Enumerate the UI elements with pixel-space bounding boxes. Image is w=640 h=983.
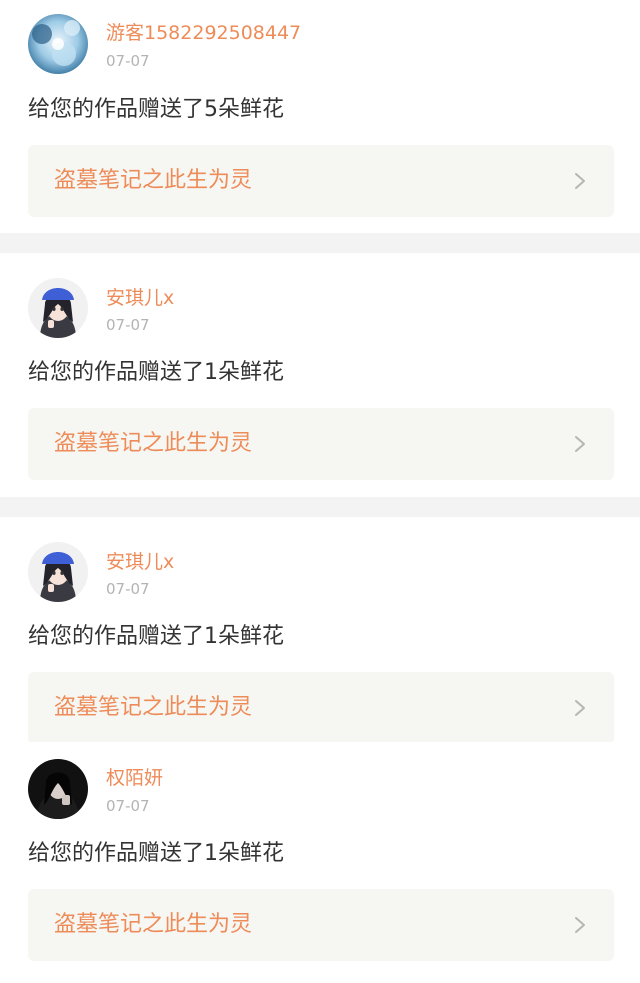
work-title: 盗墓笔记之此生为灵	[54, 168, 253, 193]
divider	[0, 497, 640, 517]
timestamp: 07-07	[106, 580, 150, 598]
chevron-right-icon	[575, 917, 585, 933]
work-title: 盗墓笔记之此生为灵	[54, 431, 253, 456]
avatar[interactable]	[28, 542, 88, 602]
gift-notification-card: 游客1582292508447 07-07 给您的作品赠送了5朵鲜花 盗墓笔记之…	[0, 0, 640, 233]
timestamp: 07-07	[106, 797, 150, 815]
gift-message: 给您的作品赠送了1朵鲜花	[28, 624, 284, 649]
chevron-right-icon	[575, 700, 585, 716]
gift-notification-card: 权陌妍 07-07 给您的作品赠送了1朵鲜花 盗墓笔记之此生为灵	[0, 742, 640, 983]
username[interactable]: 安琪儿x	[106, 550, 174, 574]
avatar[interactable]	[28, 759, 88, 819]
avatar-anime-girl-icon	[28, 278, 88, 338]
gift-notification-card: 安琪儿x 07-07 给您的作品赠送了1朵鲜花 盗墓笔记之此生为灵	[0, 253, 640, 497]
work-link[interactable]: 盗墓笔记之此生为灵	[28, 672, 614, 744]
timestamp: 07-07	[106, 316, 150, 334]
gift-message: 给您的作品赠送了1朵鲜花	[28, 360, 284, 385]
username[interactable]: 安琪儿x	[106, 286, 174, 310]
avatar-dark-portrait-icon	[28, 759, 88, 819]
gift-message: 给您的作品赠送了5朵鲜花	[28, 97, 284, 122]
work-title: 盗墓笔记之此生为灵	[54, 695, 253, 720]
work-title: 盗墓笔记之此生为灵	[54, 912, 253, 937]
chevron-right-icon	[575, 436, 585, 452]
gift-message: 给您的作品赠送了1朵鲜花	[28, 841, 284, 866]
avatar[interactable]	[28, 14, 88, 74]
timestamp: 07-07	[106, 52, 150, 70]
chevron-right-icon	[575, 173, 585, 189]
work-link[interactable]: 盗墓笔记之此生为灵	[28, 889, 614, 961]
work-link[interactable]: 盗墓笔记之此生为灵	[28, 145, 614, 217]
username[interactable]: 游客1582292508447	[106, 21, 301, 45]
avatar[interactable]	[28, 278, 88, 338]
username[interactable]: 权陌妍	[106, 766, 163, 790]
gift-notification-card: 安琪儿x 07-07 给您的作品赠送了1朵鲜花 盗墓笔记之此生为灵	[0, 517, 640, 744]
gift-feed: 游客1582292508447 07-07 给您的作品赠送了5朵鲜花 盗墓笔记之…	[0, 0, 640, 983]
avatar-anime-girl-icon	[28, 542, 88, 602]
divider	[0, 233, 640, 253]
work-link[interactable]: 盗墓笔记之此生为灵	[28, 408, 614, 480]
avatar-blue-flower-icon	[28, 14, 88, 74]
